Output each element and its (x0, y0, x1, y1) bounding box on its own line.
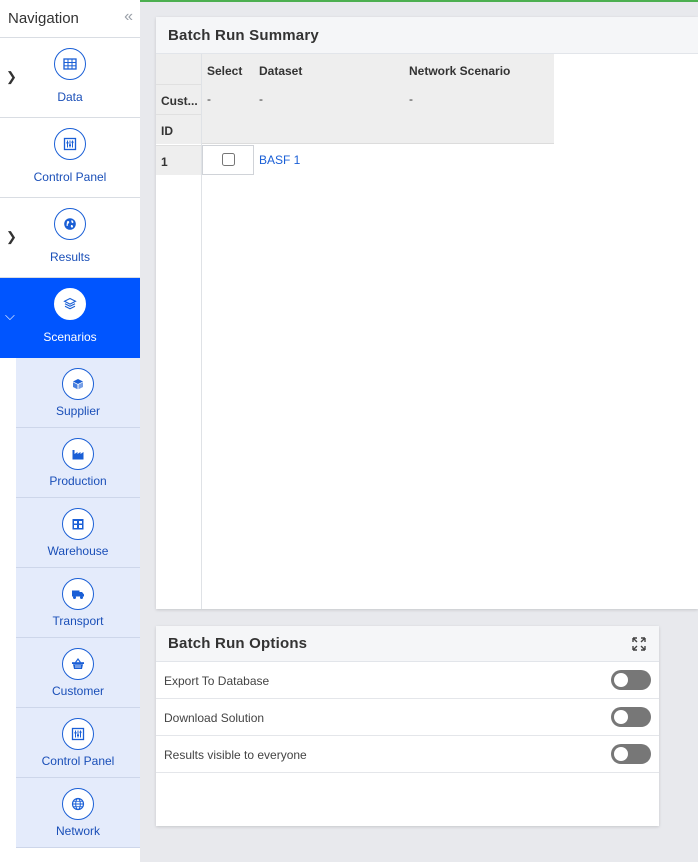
navigation-sidebar: Navigation « ❯ Data Control Panel ❯ Resu… (0, 0, 140, 862)
option-label: Results visible to everyone (164, 748, 307, 762)
sidebar-subitem-label: Supplier (55, 404, 101, 418)
toggle-knob (614, 747, 628, 761)
option-label: Download Solution (164, 711, 265, 725)
row-label-id: ID (156, 114, 201, 144)
collapse-sidebar-icon[interactable]: « (124, 8, 133, 26)
globe-icon (54, 208, 86, 240)
summary-panel-header: Batch Run Summary (156, 17, 698, 54)
sidebar-subitem-network[interactable]: Network (16, 778, 140, 848)
sidebar-item-label: Data (57, 90, 83, 104)
layers-icon (54, 288, 86, 320)
customer-network-value: - (409, 92, 413, 106)
sidebar-subitem-supplier[interactable]: Supplier (16, 358, 140, 428)
control-panel-icon (62, 718, 94, 750)
row-label-customer: Cust... (156, 84, 201, 114)
options-panel-title: Batch Run Options (168, 635, 308, 652)
export-to-database-toggle[interactable] (611, 670, 651, 690)
sidebar-item-label: Results (49, 250, 90, 264)
chevron-right-icon: ❯ (6, 229, 17, 244)
gutter-corner (156, 54, 201, 84)
chevron-down-icon: ⌵ (5, 308, 15, 323)
column-header-network-scenario[interactable]: Network Scenario (409, 64, 510, 78)
box-icon (62, 368, 94, 400)
sidebar-item-label: Scenarios (43, 330, 97, 344)
row-select-checkbox[interactable] (221, 152, 235, 166)
summary-panel-title: Batch Run Summary (168, 27, 319, 44)
sidebar-item-scenarios[interactable]: ⌵ Scenarios (0, 278, 140, 358)
download-solution-toggle[interactable] (611, 707, 651, 727)
sidebar-item-results[interactable]: ❯ Results (0, 198, 140, 278)
id-header-row (202, 114, 554, 144)
sidebar-subitem-warehouse[interactable]: Warehouse (16, 498, 140, 568)
sidebar-item-data[interactable]: ❯ Data (0, 38, 140, 118)
basket-icon (62, 648, 94, 680)
column-header-select[interactable]: Select (207, 64, 242, 78)
batch-run-options-panel: Batch Run Options Export To Database Dow… (156, 626, 659, 826)
sidebar-subitem-label: Customer (51, 684, 104, 698)
sidebar-subitem-control-panel[interactable]: Control Panel (16, 708, 140, 778)
row-id-cell: 1 (156, 145, 201, 175)
toggle-knob (614, 673, 628, 687)
sidebar-subitem-label: Transport (52, 614, 104, 628)
customer-dataset-value: - (259, 92, 263, 106)
column-header-dataset[interactable]: Dataset (259, 64, 302, 78)
navigation-title: Navigation (8, 10, 79, 27)
toggle-knob (614, 710, 628, 724)
customer-select-value: - (207, 92, 211, 106)
sidebar-item-label: Control Panel (33, 170, 107, 184)
sidebar-subitem-label: Production (49, 474, 107, 488)
sidebar-subitem-production[interactable]: Production (16, 428, 140, 498)
navigation-header: Navigation « (0, 0, 140, 38)
option-row-export-to-database: Export To Database (156, 662, 659, 699)
sidebar-subitem-customer[interactable]: Customer (16, 638, 140, 708)
control-panel-icon (54, 128, 86, 160)
sidebar-item-control-panel[interactable]: Control Panel (0, 118, 140, 198)
column-header-row: Select Dataset Network Scenario (202, 54, 554, 84)
warehouse-icon (62, 508, 94, 540)
factory-icon (62, 438, 94, 470)
results-visible-toggle[interactable] (611, 744, 651, 764)
table-row: BASF 1 (202, 145, 554, 175)
row-header-gutter: Cust... ID 1 (156, 54, 202, 609)
summary-grid: Cust... ID 1 Select Dataset Network Scen… (156, 54, 698, 609)
options-panel-header: Batch Run Options (156, 626, 659, 662)
sidebar-subitem-label: Network (55, 824, 100, 838)
chevron-right-icon: ❯ (6, 69, 17, 84)
dataset-link[interactable]: BASF 1 (259, 153, 300, 167)
batch-run-summary-panel: Batch Run Summary Cust... ID 1 Select Da… (156, 17, 698, 609)
option-row-results-visible: Results visible to everyone (156, 736, 659, 773)
table-icon (54, 48, 86, 80)
network-globe-icon (62, 788, 94, 820)
sidebar-subitem-label: Control Panel (41, 754, 115, 768)
truck-icon (62, 578, 94, 610)
option-label: Export To Database (164, 674, 270, 688)
sidebar-subitem-transport[interactable]: Transport (16, 568, 140, 638)
sidebar-subitem-label: Warehouse (47, 544, 109, 558)
expand-icon[interactable] (631, 636, 647, 652)
select-cell (202, 145, 254, 175)
customer-filter-row: - - - (202, 84, 554, 114)
option-row-download-solution: Download Solution (156, 699, 659, 736)
